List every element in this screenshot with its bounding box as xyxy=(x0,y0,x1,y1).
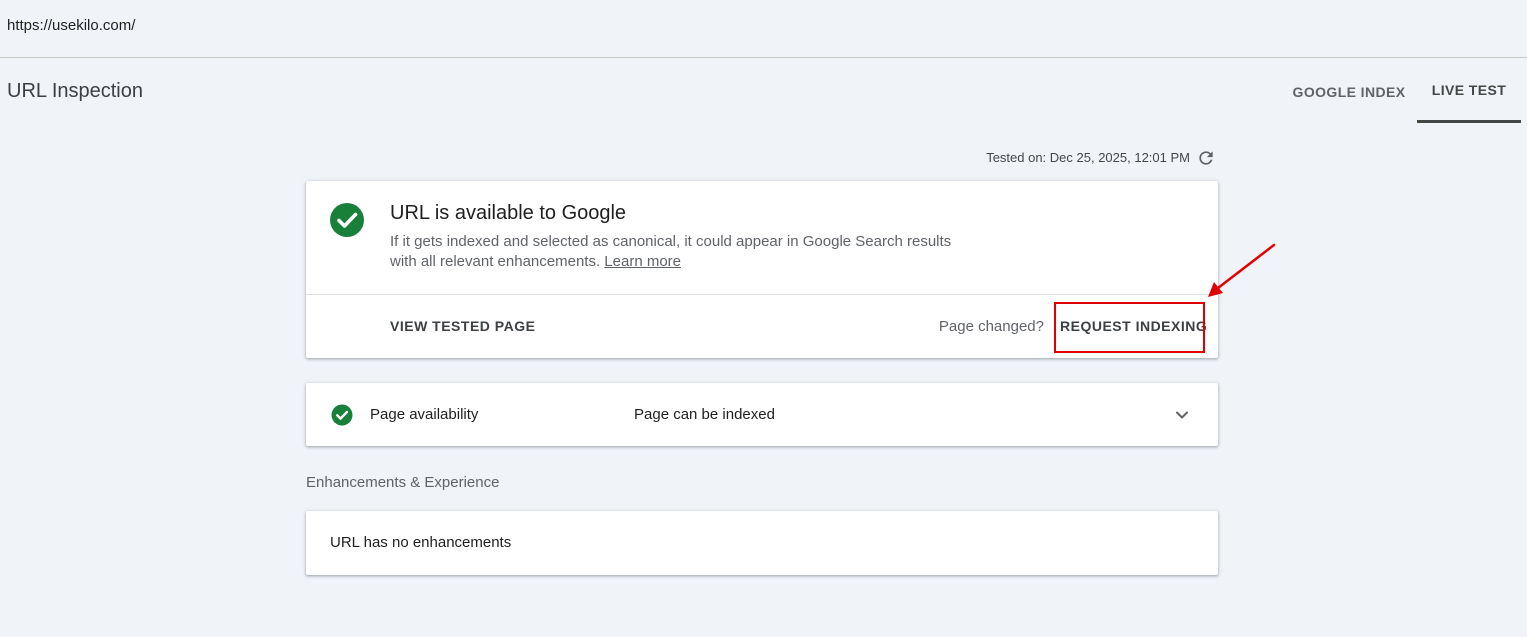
description-line-2: with all relevant enhancements. xyxy=(390,253,601,270)
page-url: https://usekilo.com/ xyxy=(7,17,136,34)
enhancements-section-label: Enhancements & Experience xyxy=(306,474,500,491)
status-description: If it gets indexed and selected as canon… xyxy=(390,232,970,272)
enhancements-card: URL has no enhancements xyxy=(306,511,1218,575)
enhancements-message: URL has no enhancements xyxy=(330,534,512,551)
status-card: URL is available to Google If it gets in… xyxy=(306,181,1218,358)
page-title: URL Inspection xyxy=(7,80,143,102)
url-bar: https://usekilo.com/ xyxy=(0,0,1527,58)
learn-more-link[interactable]: Learn more xyxy=(604,253,681,270)
check-circle-icon xyxy=(330,203,364,237)
view-tested-page-button[interactable]: VIEW TESTED PAGE xyxy=(390,318,535,334)
check-circle-icon xyxy=(331,404,353,426)
tested-on-timestamp: Tested on: Dec 25, 2025, 12:01 PM xyxy=(986,150,1190,165)
availability-label: Page availability xyxy=(370,406,479,423)
status-title: URL is available to Google xyxy=(390,202,627,224)
annotation-highlight-box xyxy=(1054,302,1205,353)
tab-google-index[interactable]: GOOGLE INDEX xyxy=(1283,60,1415,123)
annotation-arrow-icon xyxy=(1208,243,1276,297)
chevron-down-icon[interactable] xyxy=(1172,405,1192,425)
card-divider xyxy=(306,294,1218,295)
page-availability-row[interactable]: Page availability Page can be indexed xyxy=(306,383,1218,446)
refresh-icon[interactable] xyxy=(1196,148,1216,168)
page-changed-label: Page changed? xyxy=(938,318,1044,335)
availability-value: Page can be indexed xyxy=(634,406,775,423)
tab-live-test[interactable]: LIVE TEST xyxy=(1417,60,1521,123)
description-line-1: If it gets indexed and selected as canon… xyxy=(390,233,952,250)
